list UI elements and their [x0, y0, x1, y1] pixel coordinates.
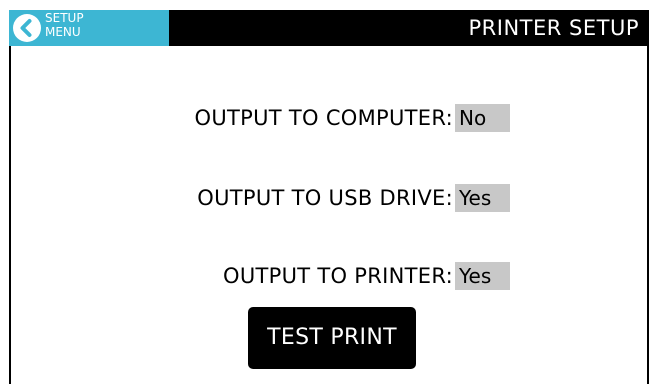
test-print-button[interactable]: TEST PRINT [248, 307, 416, 369]
output-to-usb-drive-value[interactable]: Yes [455, 184, 510, 212]
panel-border-right [647, 46, 649, 384]
back-button-label: SETUP MENU [45, 11, 84, 39]
screen-title: PRINTER SETUP [468, 16, 639, 40]
output-to-printer-label: OUTPUT TO PRINTER: [223, 264, 453, 288]
output-to-computer-value[interactable]: No [455, 104, 510, 132]
chevron-left-icon [13, 14, 41, 42]
output-to-computer-label: OUTPUT TO COMPUTER: [194, 106, 453, 130]
output-to-usb-drive-label: OUTPUT TO USB DRIVE: [197, 186, 453, 210]
printer-setup-screen: SETUP MENU PRINTER SETUP OUTPUT TO COMPU… [0, 0, 658, 384]
output-to-printer-value[interactable]: Yes [455, 262, 510, 290]
header-bar: SETUP MENU PRINTER SETUP [9, 10, 649, 46]
panel-border-left [9, 46, 11, 384]
setup-menu-back-button[interactable]: SETUP MENU [9, 10, 169, 46]
